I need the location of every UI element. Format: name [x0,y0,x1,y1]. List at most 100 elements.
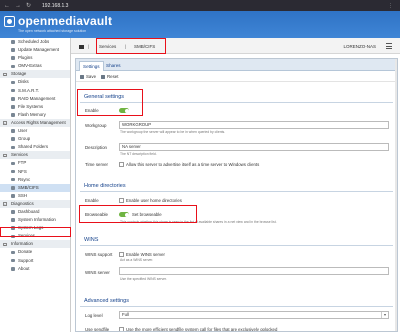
sidebar-item-system-logs[interactable]: System Logs [0,224,70,232]
sidebar-item-about[interactable]: About [0,265,70,273]
scrollbar[interactable] [395,59,397,331]
sendfile-text: Use the more efficient sendfile system c… [126,327,278,332]
sidebar-item-ftp[interactable]: FTP [0,159,70,167]
sidebar-item-support[interactable]: Support [0,257,70,265]
wins-title: WINS [84,237,99,243]
sidebar-item-update-management[interactable]: Update Management [0,46,70,54]
sidebar-item-dashboard[interactable]: Dashboard [0,208,70,216]
workgroup-hint: The workgroup the server will appear to … [120,130,226,134]
sidebar-item-user[interactable]: User [0,127,70,135]
sidebar-group-diagnostics[interactable]: - Diagnostics [0,199,70,208]
home-enable-checkbox[interactable] [119,198,124,203]
about-icon [11,266,15,271]
general-settings-title: General settings [84,94,125,100]
sendfile-label: Use sendfile [85,327,110,332]
save-button[interactable]: Save [80,73,96,80]
disk-icon [11,80,15,85]
log-level-select[interactable]: Full ▾ [119,311,389,319]
sidebar-group-information[interactable]: - Information [0,240,70,249]
reload-icon[interactable]: ↻ [26,2,31,9]
breadcrumb: | Services | SMB/CIFS LORENZO-NAS [71,38,400,54]
breadcrumb-separator: | [88,44,90,49]
sidebar-item-services-diag[interactable]: Services [0,232,70,240]
sendfile-checkbox[interactable] [119,327,124,331]
group-icon [11,137,15,142]
chevron-down-icon[interactable]: ▾ [381,312,388,318]
workgroup-input[interactable]: WORKGROUP [119,121,389,129]
sidebar-item-scheduled-jobs[interactable]: Scheduled Jobs [0,38,70,46]
time-server-checkbox[interactable] [119,162,124,167]
home-icon[interactable] [79,42,85,51]
sidebar: Scheduled Jobs Update Management Plugins… [0,38,71,332]
back-icon[interactable]: ← [4,3,10,9]
sidebar-group-services[interactable]: - Services [0,151,70,160]
browser-menu-icon[interactable]: ⋮ [388,3,396,9]
forward-icon[interactable]: → [15,3,21,9]
sidebar-group-storage[interactable]: - Storage [0,70,70,79]
hamburger-menu-icon[interactable] [386,43,392,49]
collapse-icon[interactable]: - [3,202,7,206]
sidebar-item-omv-extras[interactable]: OMV-Extras [0,62,70,70]
enable-label: Enable [85,108,99,113]
workgroup-label: Workgroup [85,123,107,128]
divider [80,306,393,307]
logo-icon [4,16,15,27]
home-directories-title: Home directories [84,183,126,189]
dashboard-icon [11,210,15,214]
flash-icon [11,113,15,117]
tab-shares[interactable]: Shares [103,61,124,71]
sidebar-item-smb-cifs[interactable]: SMB/CIFS [0,183,70,192]
breadcrumb-smb-cifs[interactable]: SMB/CIFS [134,42,155,51]
smart-icon [11,88,15,93]
home-enable-text: Enable user home directories [126,198,182,203]
wins-server-input[interactable] [119,267,389,275]
home-enable-label: Enable [85,198,99,203]
sidebar-group-access-rights[interactable]: - Access Rights Management [0,118,70,128]
breadcrumb-services[interactable]: Services [99,42,116,51]
sidebar-item-shared-folders[interactable]: Shared Folders [0,143,70,151]
sidebar-item-smart[interactable]: S.M.A.R.T. [0,87,70,95]
app-tagline: The open network attached storage soluti… [18,29,87,33]
collapse-icon[interactable]: - [3,72,7,77]
filesystem-icon [11,105,15,109]
wins-support-checkbox[interactable] [119,252,124,257]
collapse-icon[interactable]: - [3,242,7,247]
sidebar-item-nfs[interactable]: NFS [0,168,70,176]
browser-bar: ← → ↻ 192.168.1.3 ⋮ [0,0,400,11]
browseable-hint: This controls whether this share is seen… [120,220,277,224]
rsync-icon [11,177,15,182]
reset-icon [101,74,105,79]
description-input[interactable]: NA server [119,143,389,151]
url-bar[interactable]: 192.168.1.3 [42,3,68,9]
wins-server-hint: Use the specified WINS server. [120,277,167,281]
sidebar-item-group[interactable]: Group [0,135,70,143]
user-icon [11,129,15,133]
collapse-icon[interactable]: - [3,121,7,125]
log-level-label: Log level [85,313,103,318]
ssh-icon [11,194,15,198]
sidebar-item-raid-management[interactable]: RAID Management [0,95,70,103]
folder-icon [11,145,15,150]
description-hint: The NT description field. [120,152,157,156]
sidebar-item-disks[interactable]: Disks [0,78,70,86]
reset-button[interactable]: Reset [101,73,118,80]
sidebar-item-file-systems[interactable]: File Systems [0,103,70,111]
wins-support-text: Enable WINS server [126,252,165,257]
tab-settings[interactable]: Settings [79,61,104,71]
sidebar-item-donate[interactable]: Donate [0,248,70,256]
sidebar-item-plugins[interactable]: Plugins [0,54,70,62]
sidebar-item-ssh[interactable]: SSH [0,192,70,200]
sidebar-item-flash-memory[interactable]: Flash Memory [0,111,70,119]
hostname-label: LORENZO-NAS [343,44,376,49]
enable-toggle[interactable] [119,108,129,113]
sidebar-item-rsync[interactable]: Rsync [0,176,70,184]
collapse-icon[interactable]: - [3,153,7,158]
app-banner: openmediavault The open network attached… [0,11,400,38]
sidebar-item-system-information[interactable]: System Information [0,216,70,224]
wins-server-label: WINS server [85,270,110,275]
raid-icon [11,96,15,101]
advanced-settings-title: Advanced settings [84,298,129,304]
log-icon [11,226,15,231]
browseable-toggle[interactable] [119,212,129,217]
description-label: Description [85,145,107,150]
